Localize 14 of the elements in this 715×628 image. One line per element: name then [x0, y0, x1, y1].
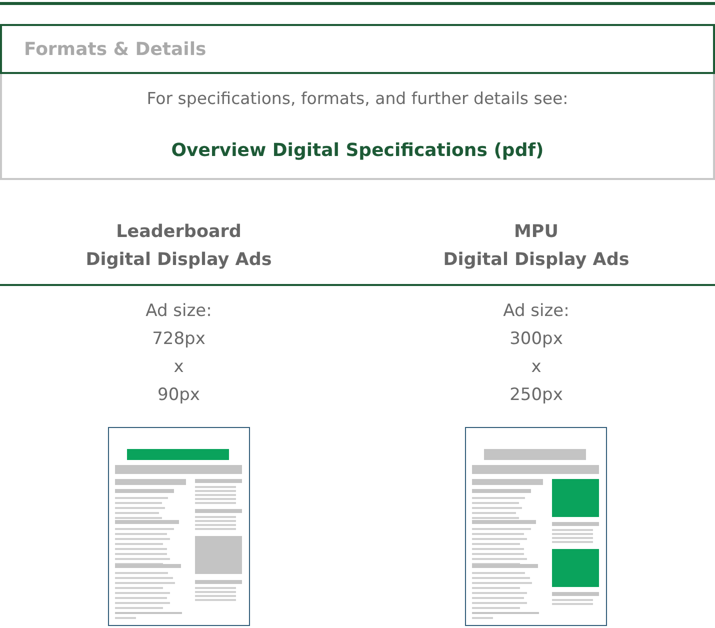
ad-size-text: Ad size: — [503, 300, 570, 323]
ad-size-text: Ad size: — [146, 300, 212, 323]
ad-title: Leaderboard — [116, 221, 242, 244]
ad-size-text: 300px — [510, 328, 563, 351]
ad-size-text: 728px — [152, 328, 206, 351]
ad-title: MPU — [514, 221, 558, 244]
specifications-link[interactable]: Overview Digital Specifications (pdf) — [171, 140, 544, 161]
ad-size-text: x — [174, 356, 184, 379]
ad-title: Digital Display Ads — [443, 249, 630, 272]
ad-size-text: 250px — [510, 384, 563, 407]
intro-text: For specifications, formats, and further details see: — [146, 89, 568, 108]
ad-size-text: x — [531, 356, 542, 379]
ad-title: Digital Display Ads — [86, 249, 272, 272]
ad-size-text: 90px — [158, 384, 200, 407]
